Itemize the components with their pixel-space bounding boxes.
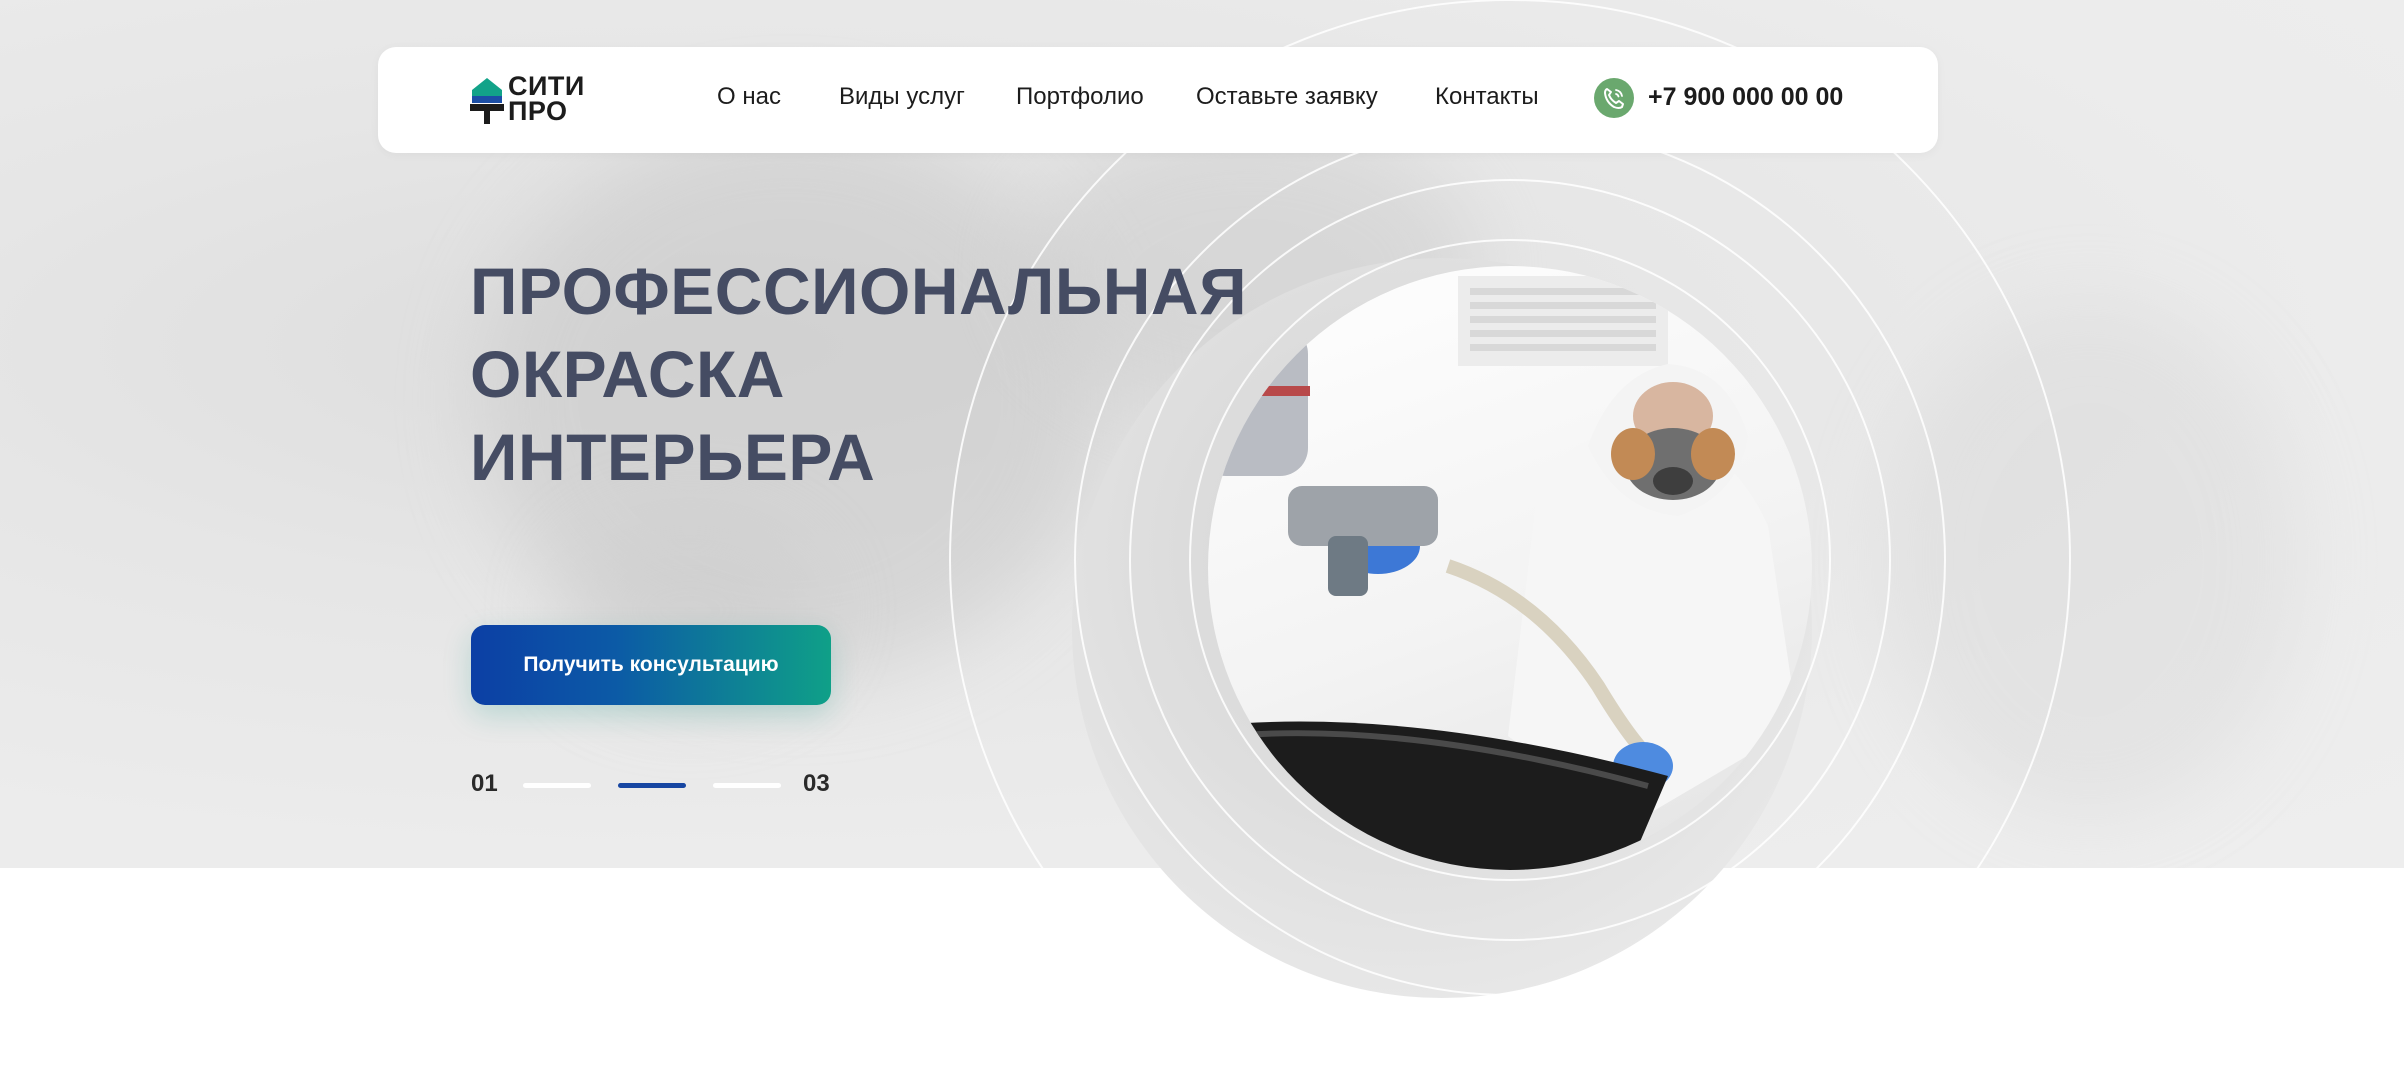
site-header: СИТИ ПРО О нас Виды услуг Портфолио Оста…	[378, 47, 1938, 153]
logo-line-2: ПРО	[508, 96, 568, 126]
nav-item-contacts[interactable]: Контакты	[1435, 83, 1539, 111]
site-logo[interactable]: СИТИ ПРО	[470, 73, 620, 128]
slider-start-number: 01	[471, 770, 498, 797]
phone-handset-icon	[1604, 88, 1624, 109]
slider-dot-3[interactable]	[713, 783, 781, 788]
hero-photo	[1208, 266, 1812, 870]
hero-title-line-1: ПРОФЕССИОНАЛЬНАЯ	[470, 254, 1248, 328]
get-consultation-button[interactable]: Получить консультацию	[471, 625, 831, 705]
hero-title-line-3: ИНТЕРЬЕРА	[470, 420, 876, 494]
nav-item-about[interactable]: О нас	[717, 83, 781, 111]
nav-item-portfolio[interactable]: Портфолио	[1016, 83, 1144, 111]
slider-dot-2[interactable]	[618, 783, 686, 788]
phone-number-link[interactable]: +7 900 000 00 00	[1648, 83, 1843, 112]
logo-text: СИТИ ПРО	[508, 73, 585, 126]
hero-title-line-2: ОКРАСКА	[470, 337, 785, 411]
phone-icon[interactable]	[1594, 78, 1634, 118]
slider-end-number: 03	[803, 770, 830, 797]
nav-item-request[interactable]: Оставьте заявку	[1196, 83, 1378, 111]
slider-dot-1[interactable]	[523, 783, 591, 788]
landing-page: СИТИ ПРО О нас Виды услуг Портфолио Оста…	[0, 0, 2404, 1076]
paint-roller-logo-icon	[470, 78, 504, 124]
hero-title: ПРОФЕССИОНАЛЬНАЯ ОКРАСКА ИНТЕРЬЕРА	[470, 250, 1247, 499]
blurred-right-shape	[1880, 300, 2300, 820]
nav-item-services[interactable]: Виды услуг	[839, 83, 965, 111]
painter-illustration	[1208, 276, 1798, 870]
